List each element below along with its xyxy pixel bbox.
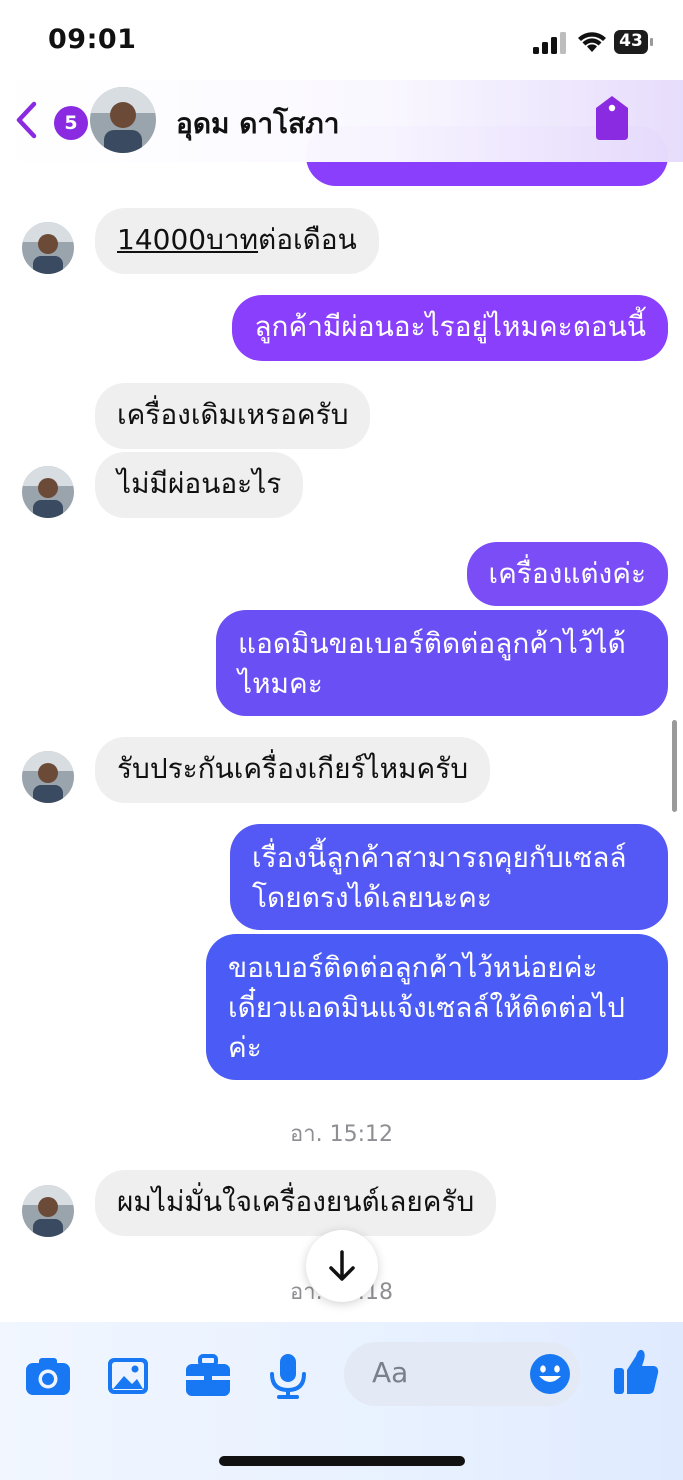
avatar-photo (22, 466, 74, 518)
message-text: เครื่องแต่งค่ะ (488, 557, 647, 590)
avatar-photo (22, 222, 74, 274)
back-chevron-icon (16, 101, 37, 139)
briefcase-icon[interactable] (184, 1352, 232, 1400)
avatar-photo (22, 1185, 74, 1237)
contact-avatar[interactable] (22, 1185, 74, 1237)
home-indicator (219, 1456, 465, 1466)
message-link[interactable]: 14000บาท (117, 223, 258, 256)
timestamp-separator: อา. 15:12 (290, 1122, 393, 1147)
scrollbar[interactable] (672, 720, 677, 812)
message-bubble-incoming[interactable]: ไม่มีผ่อนอะไร (95, 452, 304, 518)
message-bubble-incoming[interactable]: 14000บาทต่อเดือน (95, 208, 379, 274)
avatar-photo (90, 87, 156, 153)
message-text: ต่อเดือน (258, 223, 357, 256)
emoji-icon[interactable] (528, 1352, 572, 1396)
message-text-line: เรื่องนี้ลูกค้าสามารถคุยกับเซลล์ (252, 841, 627, 874)
message-text-line: ไหมคะ (238, 667, 323, 700)
message-bubble-outgoing[interactable]: เรื่องนี้ลูกค้าสามารถคุยกับเซลล์ โดยตรงไ… (230, 824, 668, 930)
message-text-line: เดี๋ยวแอดมินแจ้งเซลล์ให้ติดต่อไป (228, 991, 625, 1024)
camera-icon[interactable] (24, 1352, 72, 1400)
thumbs-up-icon[interactable] (612, 1346, 660, 1396)
unread-count-badge: 5 (54, 106, 88, 140)
avatar-photo (22, 751, 74, 803)
message-bubble-outgoing[interactable]: เครื่องแต่งค่ะ (466, 542, 668, 606)
message-bubble-incoming[interactable]: ผมไม่มั่นใจเครื่องยนต์เลยครับ (95, 1170, 497, 1236)
message-bubble-incoming[interactable]: รับประกันเครื่องเกียร์ไหมครับ (95, 737, 491, 803)
contact-avatar[interactable] (22, 222, 74, 274)
arrow-down-icon (329, 1250, 355, 1281)
contact-avatar[interactable] (22, 751, 74, 803)
message-bubble-incoming[interactable]: เครื่องเดิมเหรอครับ (95, 383, 371, 449)
chat-header: 5 อุดม ดาโสภา (0, 80, 683, 162)
message-input[interactable]: Aa (344, 1342, 580, 1406)
microphone-icon[interactable] (264, 1352, 312, 1400)
image-icon[interactable] (104, 1352, 152, 1400)
message-text-line: ค่ะ (228, 1031, 262, 1064)
scroll-to-bottom-button[interactable] (306, 1230, 378, 1302)
message-text: ไม่มีผ่อนอะไร (117, 467, 282, 500)
message-text-line: แอดมินขอเบอร์ติดต่อลูกค้าไว้ได้ (238, 627, 626, 660)
message-text: ลูกค้ามีผ่อนอะไรอยู่ไหมคะตอนนี้ (254, 310, 646, 343)
message-text-line: โดยตรงได้เลยนะคะ (252, 881, 492, 914)
message-bubble-outgoing[interactable]: แอดมินขอเบอร์ติดต่อลูกค้าไว้ได้ ไหมคะ (216, 610, 668, 716)
message-text: รับประกันเครื่องเกียร์ไหมครับ (117, 752, 469, 785)
message-input-placeholder: Aa (372, 1356, 409, 1389)
back-button[interactable]: 5 (14, 100, 88, 140)
contact-name[interactable]: อุดม ดาโสภา (176, 102, 339, 146)
message-bubble-outgoing[interactable]: ขอเบอร์ติดต่อลูกค้าไว้หน่อยค่ะ เดี๋ยวแอด… (206, 934, 668, 1080)
message-text-line: ขอเบอร์ติดต่อลูกค้าไว้หน่อยค่ะ (228, 951, 598, 984)
composer-bar: Aa (0, 1322, 683, 1480)
contact-avatar[interactable] (22, 466, 74, 518)
tag-icon[interactable] (592, 94, 632, 142)
message-text: เครื่องเดิมเหรอครับ (117, 398, 349, 431)
message-text: ผมไม่มั่นใจเครื่องยนต์เลยครับ (117, 1185, 475, 1218)
contact-avatar-header[interactable] (90, 87, 156, 153)
message-bubble-outgoing[interactable]: ลูกค้ามีผ่อนอะไรอยู่ไหมคะตอนนี้ (232, 295, 668, 361)
message-list[interactable]: 14000บาทต่อเดือน ลูกค้ามีผ่อนอะไรอยู่ไหม… (0, 0, 683, 1320)
